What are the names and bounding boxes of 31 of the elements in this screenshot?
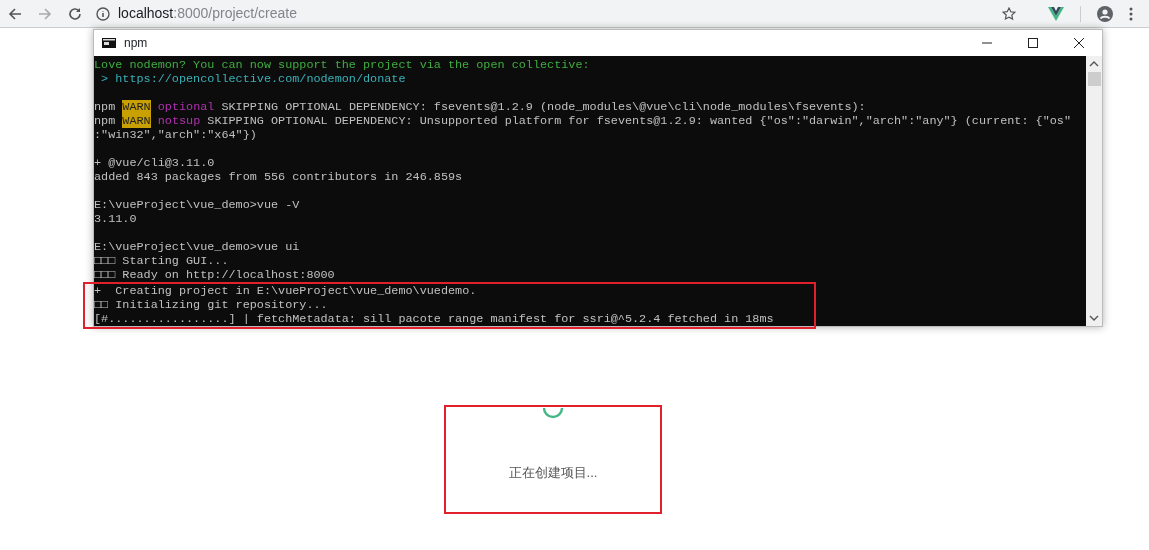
terminal-line: 3.11.0 (94, 212, 138, 226)
terminal-line: Love nodemon? You can now support the project via the open collective: (94, 58, 591, 72)
scroll-up-icon[interactable] (1089, 60, 1099, 68)
terminal-line: E:\vueProject\vue_demo>vue ui (94, 240, 301, 254)
menu-icon[interactable] (1129, 6, 1133, 21)
account-icon[interactable] (1097, 5, 1113, 22)
scroll-thumb[interactable] (1087, 72, 1101, 86)
terminal-line: > https://opencollective.com/nodemon/donate (100, 72, 407, 86)
loading-message: 正在创建项目... (508, 464, 598, 482)
terminal-line: npm WARN notsup SKIPPING OPTIONAL DEPENDENCY: Unsupported platform for fsevents@1.2.9: wanted {"os":"darwin","arch":"any"} (current: {"os" (94, 114, 1072, 128)
terminal-line: [#.................] | fetchMetadata: sill pacote range manifest for ssri@^5.2.4 fetched in 18ms (94, 312, 775, 326)
terminal-line: E:\vueProject\vue_demo>vue -V (94, 198, 301, 212)
back-icon[interactable] (8, 6, 22, 21)
terminal-line: □□ Initializing git repository... (94, 298, 329, 312)
scrollbar[interactable] (1086, 56, 1102, 326)
reload-icon[interactable] (68, 6, 82, 21)
scroll-down-icon[interactable] (1089, 314, 1099, 322)
spinner-icon (542, 407, 564, 419)
console-icon (102, 38, 116, 48)
terminal-line: added 843 packages from 556 contributors in 246.859s (94, 170, 464, 184)
terminal-line: :"win32","arch":"x64"}) (94, 128, 258, 142)
terminal-line: □□□ Ready on http://localhost:8000 (94, 268, 336, 282)
url-text: localhost:8000/project/create (118, 4, 297, 23)
terminal-line: npm WARN optional SKIPPING OPTIONAL DEPENDENCY: fsevents@1.2.9 (node_modules\@vue\cli\node_modules\fsevents): (94, 100, 867, 114)
vue-extension-icon[interactable] (1048, 6, 1064, 21)
star-icon[interactable] (1002, 6, 1016, 21)
terminal-line: + Creating project in E:\vueProject\vue_demo\vuedemo. (94, 284, 478, 298)
window-title: npm (124, 35, 148, 52)
terminal-line: □□□ Starting GUI... (94, 254, 230, 268)
terminal-line: + @vue/cli@3.11.0 (94, 156, 216, 170)
info-icon[interactable] (96, 6, 110, 21)
